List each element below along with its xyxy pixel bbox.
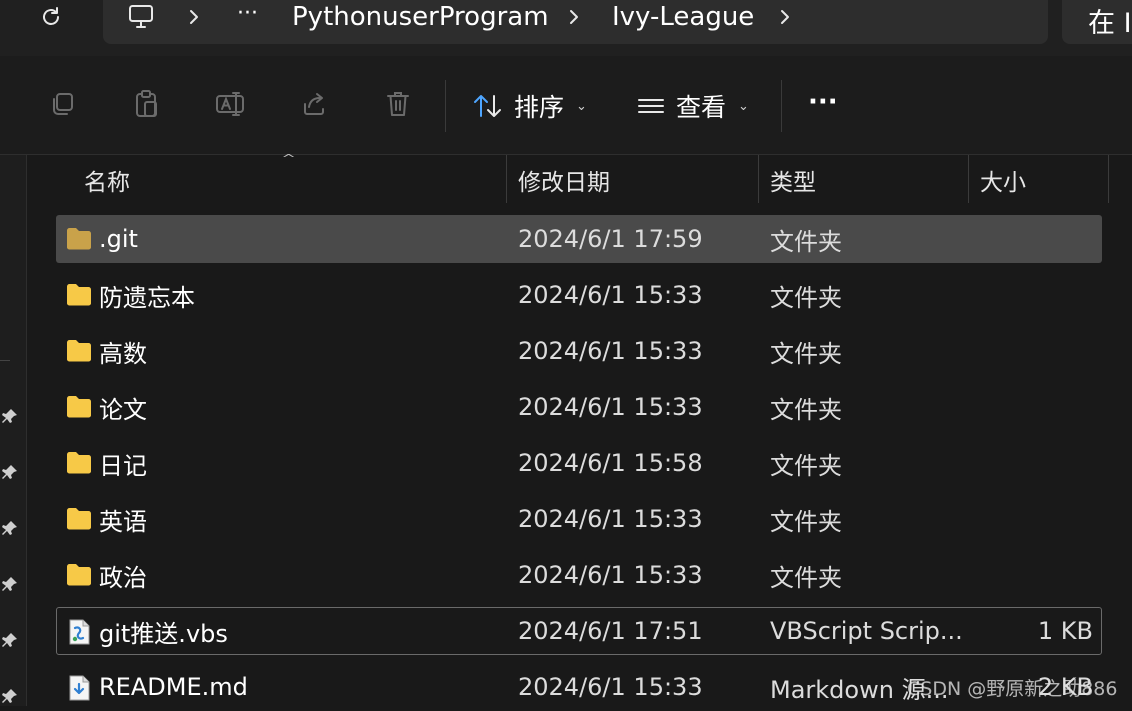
folder-icon [65,338,93,364]
file-modified-date: 2024/6/1 15:33 [518,505,703,533]
pin-icon[interactable] [2,464,18,480]
search-input[interactable]: 在 I [1062,0,1132,44]
file-type: VBScript Scrip... [770,617,963,645]
share-icon [304,93,324,115]
rename-icon [216,92,244,116]
chevron-right-icon[interactable] [778,8,792,26]
column-header-row: ^ 名称 修改日期 类型 大小 [28,152,1132,205]
file-row[interactable]: 论文 2024/6/1 15:33 文件夹 [56,383,1102,431]
breadcrumb-item-ivy-league[interactable]: Ivy-League [612,0,754,34]
column-header-name[interactable]: 名称 [84,155,504,205]
file-name: 防遗忘本 [99,283,195,312]
chevron-down-icon: ⌄ [576,98,587,114]
paste-icon [136,90,157,117]
pin-icon[interactable] [2,688,18,704]
toolbar-divider [445,80,446,132]
refresh-icon [43,7,59,25]
file-type: 文件夹 [770,563,842,592]
file-modified-date: 2024/6/1 17:51 [518,617,703,645]
breadcrumb-overflow[interactable]: ··· [237,0,258,30]
file-name: .git [99,225,138,253]
file-type: 文件夹 [770,507,842,536]
column-header-size[interactable]: 大小 [980,155,1106,205]
refresh-button[interactable] [30,0,72,34]
file-name: 高数 [99,339,147,368]
file-name: 政治 [99,563,147,592]
file-type: 文件夹 [770,395,842,424]
sort-icon [474,95,501,117]
file-size: 1 KB [1037,617,1093,645]
more-icon: ··· [808,87,838,117]
column-header-type[interactable]: 类型 [770,155,966,205]
delete-icon [387,92,409,116]
file-type: 文件夹 [770,339,842,368]
column-resize-handle[interactable] [758,155,759,203]
file-row[interactable]: 防遗忘本 2024/6/1 15:33 文件夹 [56,271,1102,319]
chevron-down-icon: ⌄ [738,98,749,114]
breadcrumb[interactable]: ··· PythonuserProgram Ivy-League [103,0,1048,44]
copy-icon [53,93,73,115]
view-menu-button[interactable]: 查看 ⌄ [636,86,749,126]
file-name: README.md [99,673,248,701]
command-bar: 排序 ⌄ 查看 ⌄ ··· [0,56,1132,155]
markdown-file-icon [65,674,93,701]
address-bar-strip: ··· PythonuserProgram Ivy-League 在 I [0,0,1132,56]
navigation-pane-edge[interactable] [0,155,27,706]
file-modified-date: 2024/6/1 15:33 [518,337,703,365]
file-modified-date: 2024/6/1 17:59 [518,225,703,253]
more-options-button[interactable]: ··· [808,82,838,122]
folder-icon [65,506,93,532]
nav-divider [0,360,10,361]
folder-icon [65,450,93,476]
toolbar-divider [781,80,782,132]
vbscript-file-icon [65,618,93,645]
share-button[interactable] [294,84,334,124]
view-list-icon [638,99,664,113]
file-row[interactable]: 政治 2024/6/1 15:33 文件夹 [56,551,1102,599]
file-modified-date: 2024/6/1 15:33 [518,281,703,309]
pin-icon[interactable] [2,632,18,648]
breadcrumb-item-pythonuserprogram[interactable]: PythonuserProgram [292,0,549,34]
sort-label: 排序 [514,93,565,122]
file-type: 文件夹 [770,283,842,312]
folder-icon [65,562,93,588]
folder-icon [65,226,93,252]
file-modified-date: 2024/6/1 15:33 [518,561,703,589]
file-type: 文件夹 [770,451,842,480]
pin-icon[interactable] [2,576,18,592]
rename-button[interactable] [210,84,250,124]
view-label: 查看 [676,93,727,122]
file-name: 日记 [99,451,147,480]
pin-icon[interactable] [2,520,18,536]
file-name: git推送.vbs [99,619,228,648]
file-row[interactable]: 英语 2024/6/1 15:33 文件夹 [56,495,1102,543]
column-resize-handle[interactable] [968,155,969,203]
file-row[interactable]: 高数 2024/6/1 15:33 文件夹 [56,327,1102,375]
file-row[interactable]: git推送.vbs 2024/6/1 17:51 VBScript Scrip...… [56,607,1102,655]
watermark: CSDN @野原新之助886 [907,678,1118,700]
folder-icon [65,282,93,308]
column-resize-handle[interactable] [1108,155,1109,203]
column-resize-handle[interactable] [506,155,507,203]
copy-button[interactable] [42,84,82,124]
file-modified-date: 2024/6/1 15:33 [518,393,703,421]
file-row[interactable]: .git 2024/6/1 17:59 文件夹 [56,215,1102,263]
chevron-right-icon[interactable] [187,8,201,26]
file-modified-date: 2024/6/1 15:58 [518,449,703,477]
search-placeholder: 在 I [1088,8,1132,39]
sort-menu-button[interactable]: 排序 ⌄ [472,86,587,126]
file-modified-date: 2024/6/1 15:33 [518,673,703,701]
chevron-right-icon[interactable] [567,8,581,26]
monitor-icon[interactable] [127,3,155,31]
delete-button[interactable] [378,84,418,124]
file-name: 论文 [99,395,147,424]
file-type: 文件夹 [770,227,842,256]
file-name: 英语 [99,507,147,536]
file-row[interactable]: 日记 2024/6/1 15:58 文件夹 [56,439,1102,487]
folder-icon [65,394,93,420]
pin-icon[interactable] [2,408,18,424]
paste-button[interactable] [126,84,166,124]
column-header-modified[interactable]: 修改日期 [518,155,758,205]
